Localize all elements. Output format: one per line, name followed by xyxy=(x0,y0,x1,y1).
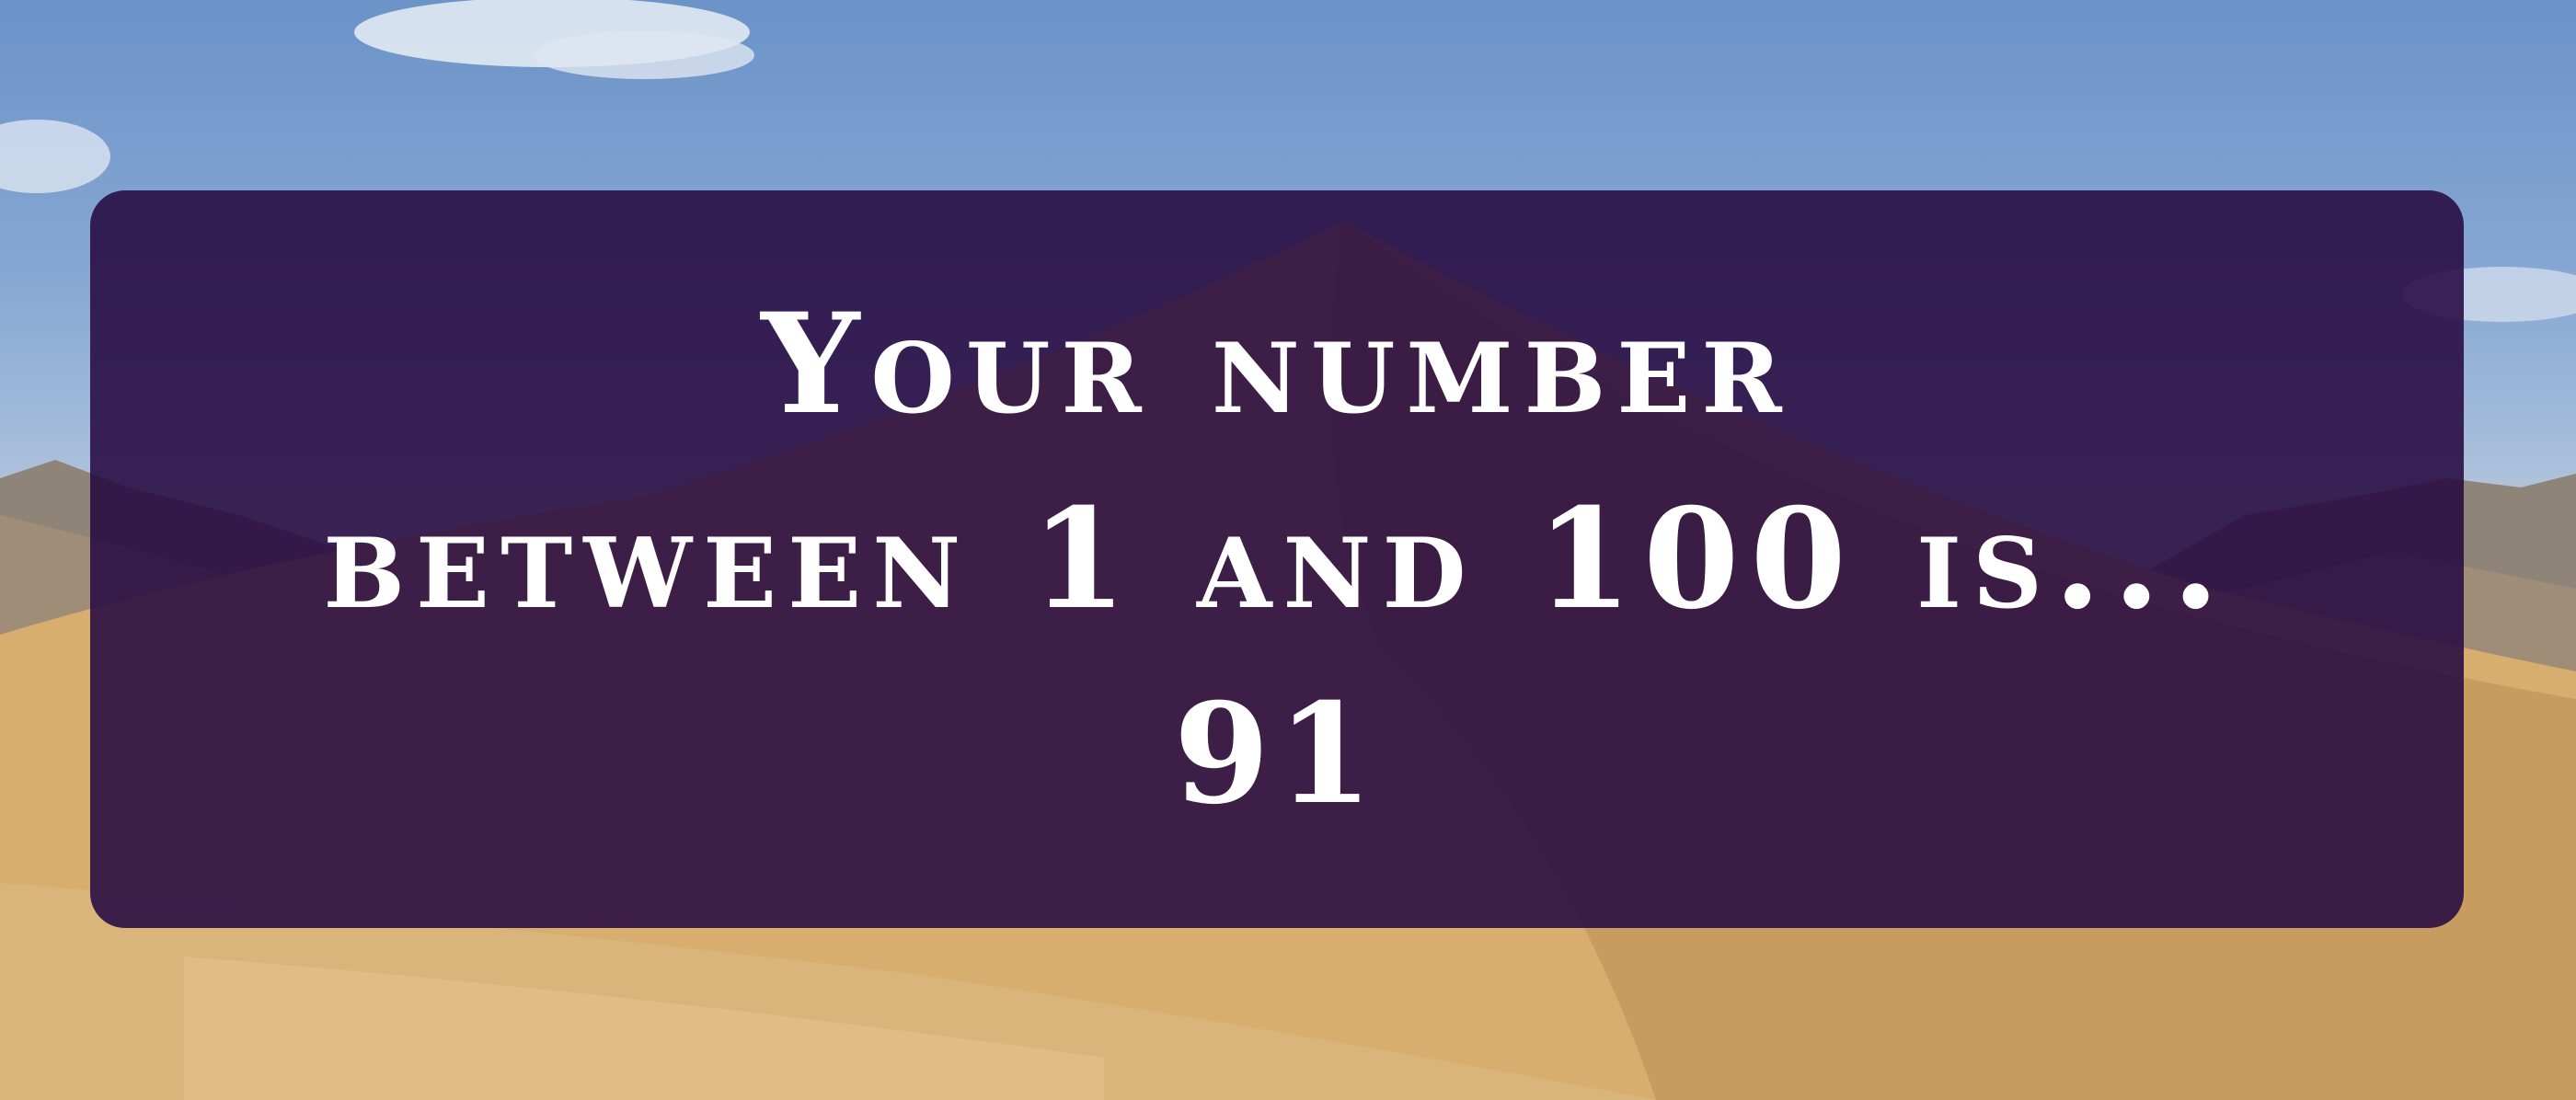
result-heading-line1: Your number xyxy=(761,283,1793,445)
result-number: 91 xyxy=(1173,673,1381,835)
result-card: Your number between 1 and 100 is... 91 xyxy=(90,190,2464,928)
result-heading-line2: between 1 and 100 is... xyxy=(323,478,2231,640)
